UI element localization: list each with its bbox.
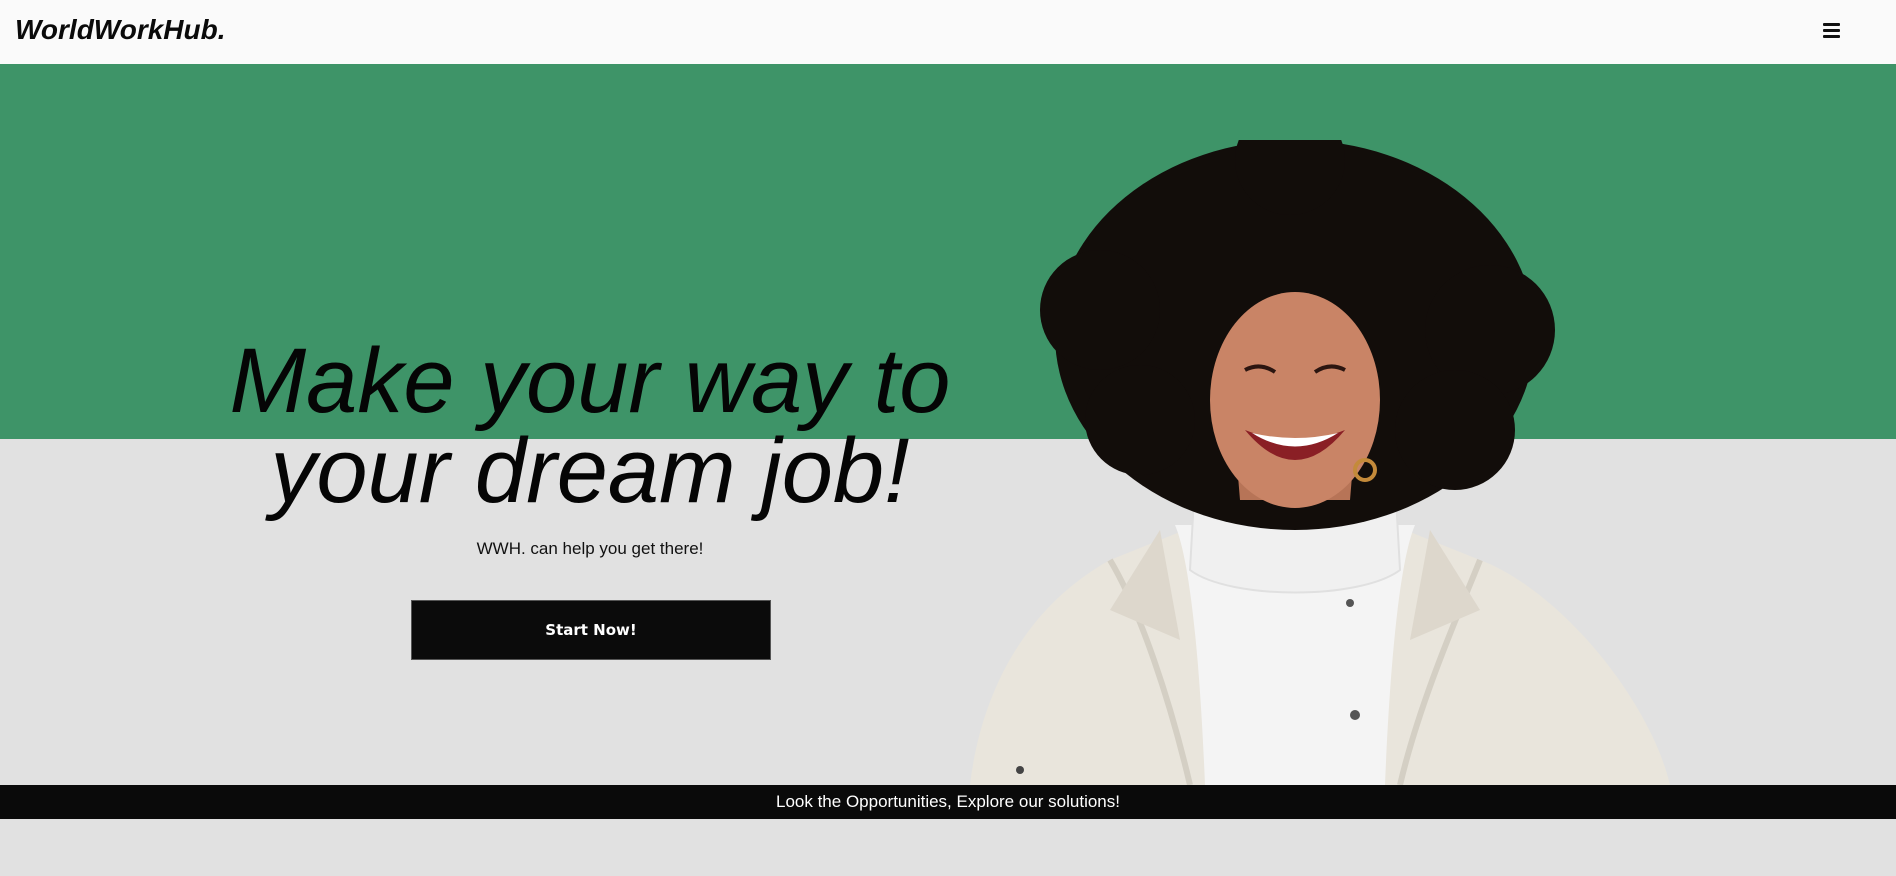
hero-image (970, 140, 1670, 785)
start-now-button[interactable]: Start Now! (411, 600, 771, 660)
hamburger-menu-icon[interactable] (1818, 20, 1846, 44)
menu-bar-top (1823, 23, 1840, 26)
page: WorldWorkHub. Make your way to your drea… (0, 0, 1896, 876)
hero-subtitle: WWH. can help you get there! (476, 539, 704, 558)
navbar: WorldWorkHub. (0, 0, 1896, 64)
menu-bar-bottom (1823, 35, 1840, 38)
logo[interactable]: WorldWorkHub. (15, 14, 226, 46)
promo-banner-text[interactable]: Look the Opportunities, Explore our solu… (776, 792, 1120, 812)
hero-headline: Make your way to your dream job! (229, 330, 951, 522)
below-fold-area (0, 819, 1896, 876)
menu-bar-middle (1823, 29, 1840, 32)
promo-banner: Look the Opportunities, Explore our solu… (0, 785, 1896, 819)
